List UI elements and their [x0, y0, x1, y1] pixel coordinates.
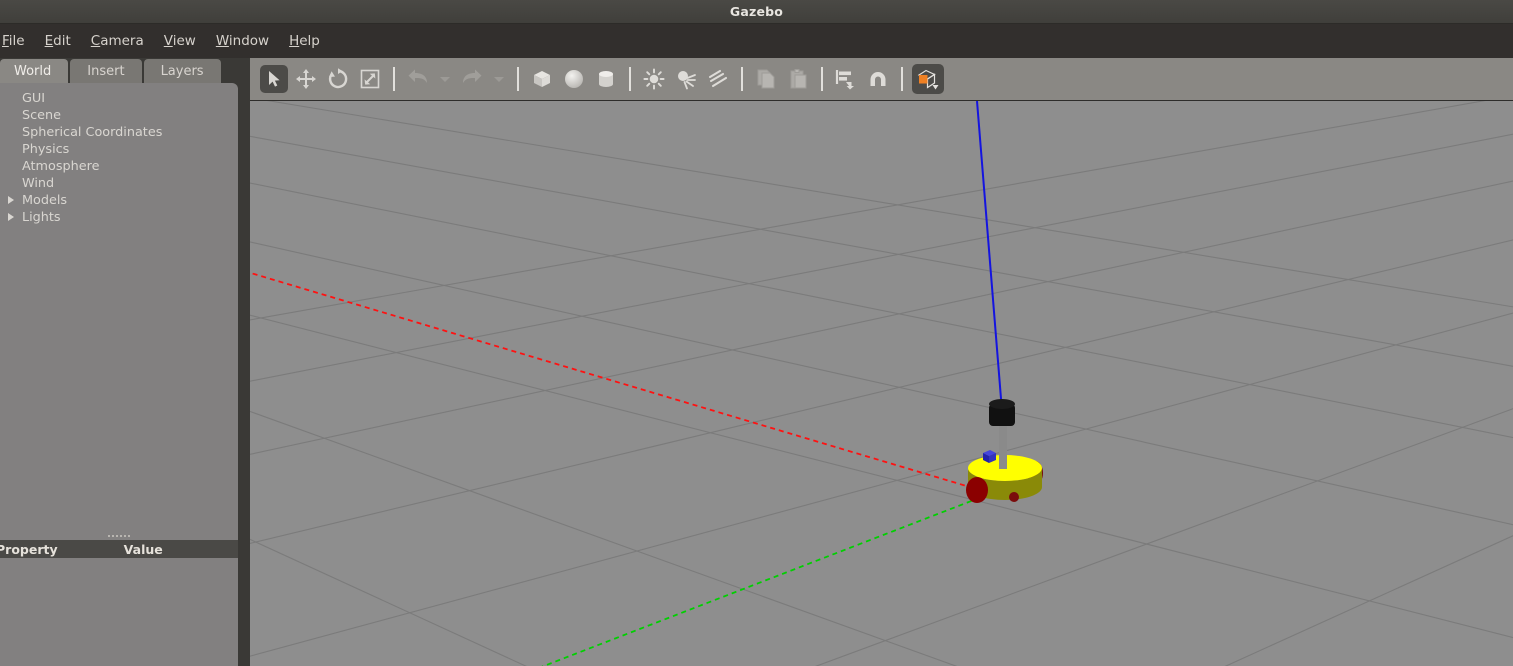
vertical-splitter[interactable]: [238, 58, 250, 666]
toolbar-separator: [393, 67, 395, 91]
menu-help[interactable]: Help: [279, 30, 330, 52]
undo-arrow-icon: [408, 69, 427, 83]
3d-scene-viewport[interactable]: [250, 101, 1513, 666]
toolbar-separator: [741, 67, 743, 91]
undo-dropdown[interactable]: [440, 76, 450, 82]
toolbar-separator: [821, 67, 823, 91]
rotate-mode-button[interactable]: [324, 65, 352, 93]
scale-mode-button[interactable]: [356, 65, 384, 93]
spot-light-button[interactable]: [672, 65, 700, 93]
title-bar: Gazebo: [0, 0, 1513, 24]
insert-cylinder-button[interactable]: [592, 65, 620, 93]
tree-item-label: Models: [22, 193, 68, 208]
redo-arrow-icon: [463, 69, 482, 83]
tab-world[interactable]: World: [0, 59, 69, 84]
directional-light-icon: [708, 69, 728, 88]
menu-camera[interactable]: Camera: [81, 30, 154, 52]
toolbar-separator: [517, 67, 519, 91]
insert-sphere-button[interactable]: [560, 65, 588, 93]
paste-button[interactable]: [784, 65, 812, 93]
sphere-icon: [565, 70, 583, 88]
tree-item-gui[interactable]: GUI: [0, 90, 238, 107]
menu-bar: File Edit Camera View Window Help: [0, 24, 1513, 58]
tree-item-label: Spherical Coordinates: [22, 125, 163, 140]
cylinder-icon: [599, 71, 613, 87]
menu-edit[interactable]: Edit: [35, 30, 81, 52]
translate-mode-button[interactable]: [292, 65, 320, 93]
redo-button[interactable]: [458, 65, 486, 93]
property-table-body[interactable]: [0, 558, 238, 666]
tree-item-atmosphere[interactable]: Atmosphere: [0, 158, 238, 175]
copy-icon: [757, 69, 775, 89]
robot-sensor: [989, 399, 1015, 426]
undo-button[interactable]: [404, 65, 432, 93]
insert-box-button[interactable]: [528, 65, 556, 93]
scene-render: [250, 101, 1513, 666]
tree-item-label: Scene: [22, 108, 62, 123]
main-toolbar: [250, 58, 1513, 101]
tree-item-physics[interactable]: Physics: [0, 141, 238, 158]
tree-item-scene[interactable]: Scene: [0, 107, 238, 124]
tab-insert[interactable]: Insert: [70, 59, 142, 84]
left-panel: World Insert Layers GUI Scene Spherical Coor…: [0, 58, 250, 666]
robot-wheel-left: [966, 477, 988, 503]
tree-item-models[interactable]: Models: [0, 192, 238, 209]
value-column-header: Value: [123, 541, 163, 557]
robot-mast: [999, 419, 1007, 469]
view-angle-cube-icon: [917, 69, 939, 90]
cursor-arrow-icon: [269, 71, 280, 87]
align-button[interactable]: [832, 65, 860, 93]
splitter-grip-dots: [108, 535, 130, 537]
paste-icon: [790, 69, 807, 89]
point-light-icon: [643, 68, 665, 90]
view-angle-button[interactable]: [912, 64, 944, 94]
tree-item-lights[interactable]: Lights: [0, 209, 238, 226]
scale-icon: [360, 69, 380, 89]
select-mode-button[interactable]: [260, 65, 288, 93]
tree-item-wind[interactable]: Wind: [0, 175, 238, 192]
tab-layers[interactable]: Layers: [143, 59, 221, 84]
window-title: Gazebo: [729, 4, 784, 19]
property-column-header: Property: [0, 541, 58, 557]
spot-light-icon: [678, 71, 696, 90]
property-table-header: Property Value: [0, 540, 238, 558]
tree-item-label: GUI: [22, 91, 46, 106]
toolbar-separator: [629, 67, 631, 91]
point-light-button[interactable]: [640, 65, 668, 93]
rotate-icon: [328, 68, 348, 89]
align-icon: [835, 70, 854, 90]
menu-view[interactable]: View: [154, 30, 206, 52]
tree-item-label: Physics: [22, 142, 70, 157]
snap-button[interactable]: [864, 65, 892, 93]
directional-light-button[interactable]: [704, 65, 732, 93]
tree-item-label: Lights: [22, 210, 61, 225]
robot-caster: [1009, 492, 1019, 502]
world-tree-panel[interactable]: GUI Scene Spherical Coordinates Physics Atmo…: [0, 83, 238, 538]
chevron-right-icon[interactable]: [8, 196, 14, 204]
menu-window[interactable]: Window: [206, 30, 279, 52]
gazebo-window: Gazebo File Edit Camera View Window Help Worl…: [0, 0, 1513, 666]
redo-dropdown[interactable]: [494, 76, 504, 82]
chevron-right-icon[interactable]: [8, 213, 14, 221]
box-icon: [534, 71, 550, 87]
toolbar-separator: [901, 67, 903, 91]
panel-tab-bar: World Insert Layers: [0, 58, 223, 84]
move-arrows-icon: [296, 69, 316, 89]
copy-button[interactable]: [752, 65, 780, 93]
tree-item-spherical-coordinates[interactable]: Spherical Coordinates: [0, 124, 238, 141]
menu-file[interactable]: File: [0, 30, 35, 52]
tree-item-label: Wind: [22, 176, 55, 191]
magnet-snap-icon: [870, 72, 886, 86]
tree-item-label: Atmosphere: [22, 159, 100, 174]
